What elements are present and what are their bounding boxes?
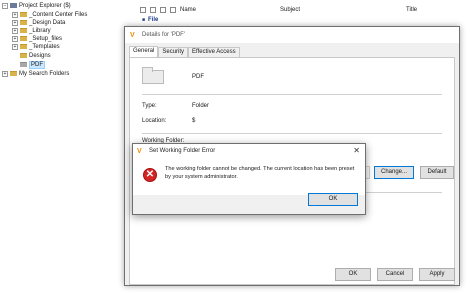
tree-item-label: Designs (29, 52, 51, 59)
folder-icon (20, 36, 27, 41)
tree-item-label: _Design Data (29, 19, 66, 26)
type-label: Type: (142, 103, 157, 109)
vault-root-icon (10, 3, 17, 8)
column-name[interactable]: Name (180, 7, 280, 13)
location-label: Location: (142, 118, 167, 124)
expand-icon[interactable]: + (12, 35, 18, 42)
tree-item-label: _Templates (29, 43, 60, 50)
folder-icon (20, 28, 27, 33)
tree-item-label: PDF (29, 60, 45, 69)
search-folder-icon (10, 71, 17, 76)
folder-icon (20, 53, 27, 58)
tree-item-my-search-folders[interactable]: + My Search Folders (2, 69, 69, 78)
error-title-bar[interactable]: V Set Working Folder Error (133, 144, 365, 158)
details-tabs: General Security Effective Access (129, 46, 240, 57)
tree-item-project-explorer[interactable]: − Project Explorer ($) (2, 1, 71, 10)
vault-logo-icon: V (130, 31, 135, 39)
details-title: Details for 'PDF' (142, 32, 185, 38)
expand-icon[interactable]: + (12, 11, 18, 18)
tab-effective-access[interactable]: Effective Access (188, 47, 240, 57)
tree-item-pdf[interactable]: PDF (12, 60, 45, 69)
column-title[interactable]: Title (406, 7, 417, 13)
error-dialog: V Set Working Folder Error ✕ ✕ The worki… (132, 143, 366, 215)
tree-item-designs[interactable]: Designs (12, 51, 51, 60)
location-value: $ (192, 118, 196, 124)
error-title: Set Working Folder Error (149, 148, 216, 154)
expand-icon[interactable]: + (2, 70, 8, 77)
checkout-icon (170, 7, 176, 13)
tab-security[interactable]: Security (158, 47, 189, 57)
folder-icon (20, 20, 27, 25)
collapse-icon[interactable]: − (2, 2, 8, 9)
expand-icon[interactable]: + (12, 43, 18, 50)
ok-button[interactable]: OK (335, 268, 371, 281)
details-title-bar[interactable]: V Details for 'PDF' (125, 27, 459, 43)
tree-item-label: _Content Center Files (29, 11, 88, 18)
error-message: The working folder cannot be changed. Th… (165, 166, 355, 180)
list-group-header[interactable]: ■ File (142, 17, 158, 23)
divider (142, 133, 442, 134)
tree-item-label: _Library (29, 27, 51, 34)
folder-icon (20, 12, 27, 17)
group-collapse-icon[interactable]: ■ (142, 17, 145, 23)
cancel-button[interactable]: Cancel (377, 268, 413, 281)
expander-placeholder (12, 61, 18, 68)
type-value: Folder (192, 103, 210, 109)
list-group-label: File (148, 17, 159, 23)
attachment-icon (150, 7, 156, 13)
divider (142, 94, 442, 95)
tree-item-label: _Setup_files (29, 35, 63, 42)
change-button[interactable]: Change... (374, 166, 414, 179)
expander-placeholder (12, 52, 18, 59)
folder-large-icon (142, 67, 164, 84)
tab-general[interactable]: General (129, 46, 159, 57)
error-body: ✕ The working folder cannot be changed. … (133, 158, 365, 195)
close-icon[interactable]: ✕ (353, 146, 360, 155)
column-subject[interactable]: Subject (280, 7, 406, 13)
tree-item-templates[interactable]: + _Templates (12, 42, 60, 51)
folder-icon (20, 62, 27, 67)
apply-button[interactable]: Apply (419, 268, 455, 281)
tree-item-label: Project Explorer ($) (19, 2, 71, 9)
vault-logo-icon: V (137, 147, 142, 155)
error-icon: ✕ (143, 168, 157, 182)
expand-icon[interactable]: + (12, 27, 18, 34)
expand-icon[interactable]: + (12, 19, 18, 26)
project-explorer-tree: − Project Explorer ($) + _Content Center… (0, 0, 118, 293)
file-icon (160, 7, 166, 13)
select-all-checkbox[interactable] (140, 7, 146, 13)
list-column-header: Name Subject Title (140, 5, 474, 15)
folder-name: PDF (192, 74, 204, 80)
tree-item-label: My Search Folders (19, 70, 70, 77)
error-ok-button[interactable]: OK (308, 193, 358, 206)
default-button[interactable]: Default (420, 166, 454, 179)
folder-icon (20, 44, 27, 49)
